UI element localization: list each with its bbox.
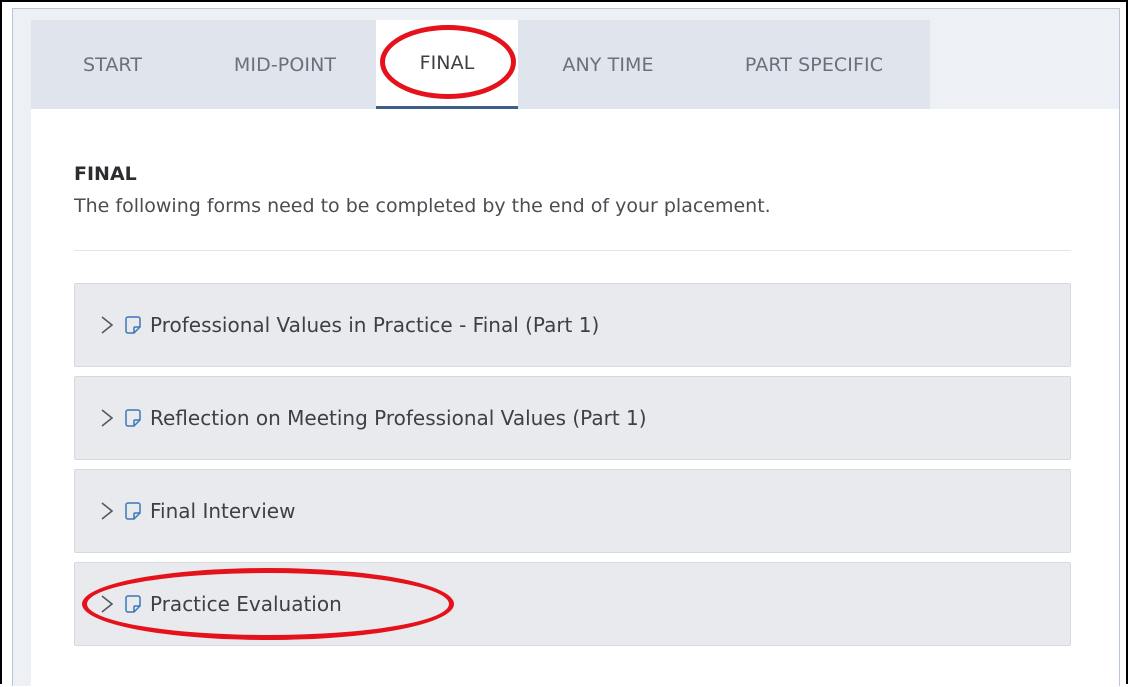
tab-start[interactable]: START <box>31 20 194 109</box>
tab-bar: START MID-POINT FINAL ANY TIME PART SPEC… <box>31 20 930 109</box>
tab-final[interactable]: FINAL <box>376 20 518 109</box>
form-item-label: Professional Values in Practice - Final … <box>150 313 600 337</box>
tab-any-time[interactable]: ANY TIME <box>518 20 698 109</box>
chevron-right-icon <box>101 595 114 613</box>
section-title: FINAL <box>74 163 137 185</box>
screenshot-frame: START MID-POINT FINAL ANY TIME PART SPEC… <box>0 0 1128 687</box>
tab-mid-point[interactable]: MID-POINT <box>194 20 376 109</box>
chevron-right-icon <box>101 316 114 334</box>
form-item-professional-values[interactable]: Professional Values in Practice - Final … <box>74 283 1071 367</box>
section-description: The following forms need to be completed… <box>74 195 771 217</box>
form-item-label: Reflection on Meeting Professional Value… <box>150 406 647 430</box>
tab-panel-final: FINAL The following forms need to be com… <box>31 109 1119 687</box>
chevron-right-icon <box>101 409 114 427</box>
divider <box>74 250 1071 251</box>
form-document-icon <box>125 409 141 427</box>
tab-part-specific[interactable]: PART SPECIFIC <box>698 20 930 109</box>
form-item-label: Practice Evaluation <box>150 592 342 616</box>
form-item-reflection[interactable]: Reflection on Meeting Professional Value… <box>74 376 1071 460</box>
chevron-right-icon <box>101 502 114 520</box>
form-item-practice-evaluation[interactable]: Practice Evaluation <box>74 562 1071 646</box>
form-item-label: Final Interview <box>150 499 296 523</box>
placement-forms-container: START MID-POINT FINAL ANY TIME PART SPEC… <box>12 8 1120 687</box>
form-item-final-interview[interactable]: Final Interview <box>74 469 1071 553</box>
form-document-icon <box>125 316 141 334</box>
form-document-icon <box>125 595 141 613</box>
form-document-icon <box>125 502 141 520</box>
